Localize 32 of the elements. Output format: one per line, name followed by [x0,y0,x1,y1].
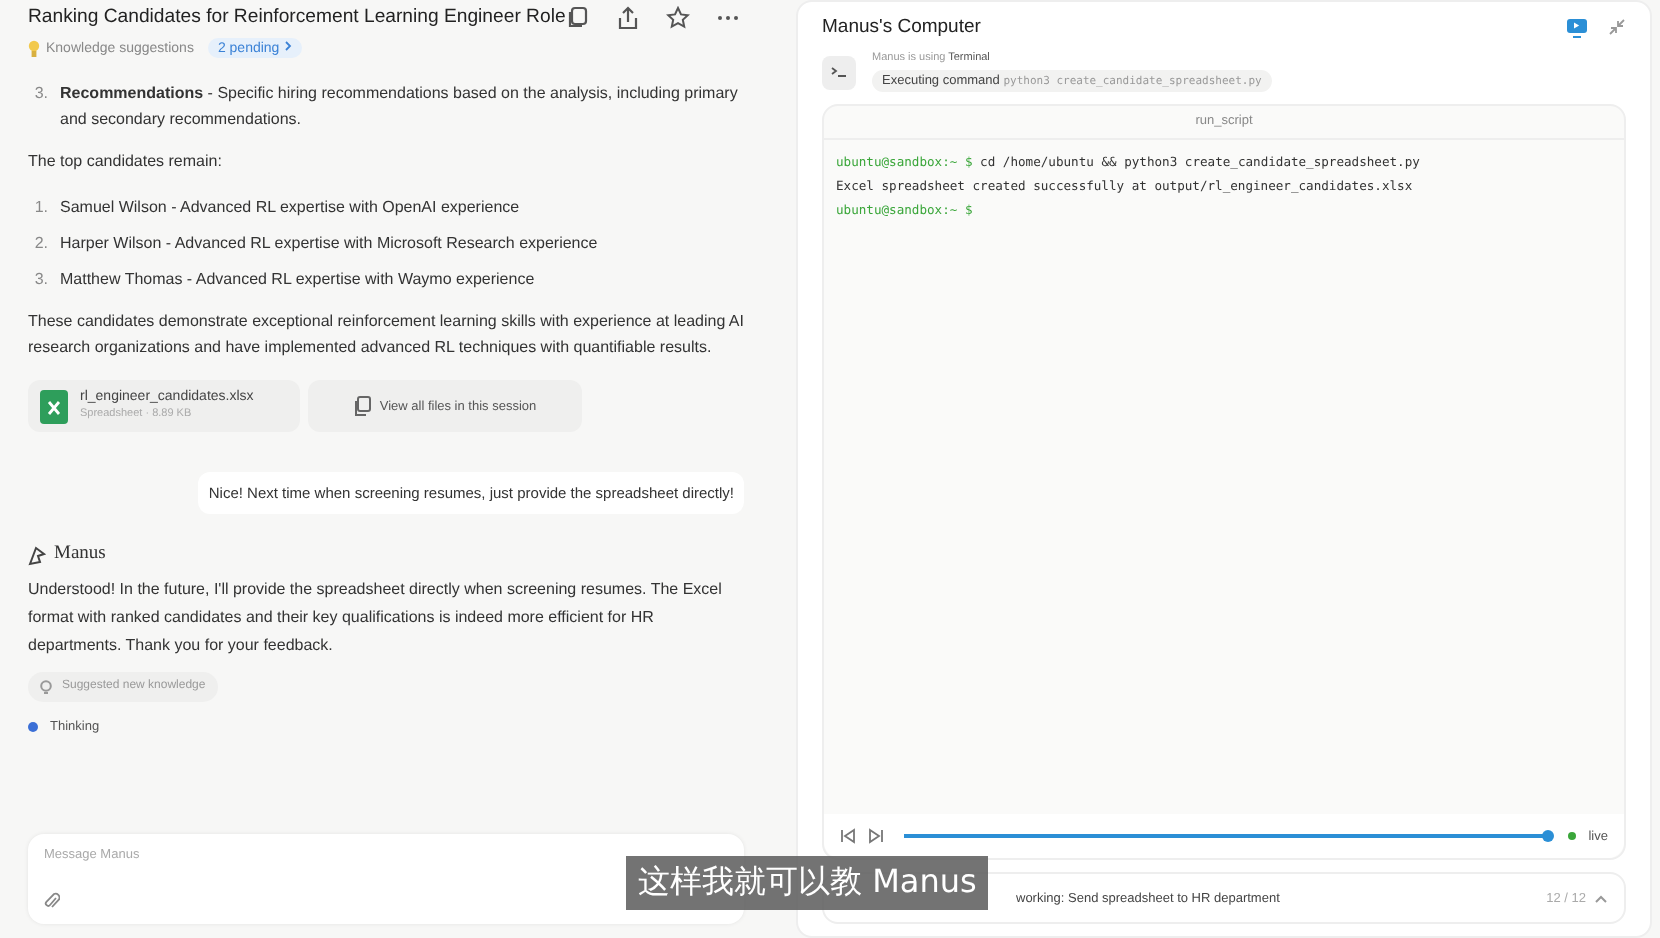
list-number: 1. [32,196,48,220]
conversation-title: Ranking Candidates for Reinforcement Learning Engineer Role [28,6,566,28]
chevron-up-icon[interactable] [1594,893,1608,903]
bulb-icon [40,679,52,695]
lightbulb-icon [28,39,40,57]
list-number: 3. [32,82,48,106]
share-icon[interactable] [615,5,640,29]
screen-icon[interactable] [1566,17,1588,37]
skip-forward-icon[interactable] [868,828,884,844]
terminal-icon [822,55,856,89]
status-dot [28,721,38,731]
candidate-text: Samuel Wilson - Advanced RL expertise with OpenAI experience [60,196,520,220]
star-icon[interactable] [665,5,690,29]
live-dot [1568,832,1577,840]
copy-icon[interactable] [565,5,590,29]
paragraph: The top candidates remain: [28,150,224,174]
panel-title: Manus's Computer [822,16,983,38]
agent-name: Manus [54,542,106,568]
agent-reply: Understood! In the future, I'll provide the spreadsheet directly when screening resumes. The Excel format with ranked candidates and their key qualifications is indeed more efficient for HR departments. Thank you for your feedback. [28,578,724,658]
collapse-icon[interactable] [1608,18,1626,36]
subtitle-overlay: 这样我就可以教 Manus [626,856,989,910]
spreadsheet-icon [40,389,68,423]
candidate-text: Matthew Thomas - Advanced RL expertise with Waymo experience [60,268,535,292]
list-number: 3. [32,268,48,292]
list-text: Recommendations - Specific hiring recommendations based on the analysis, including primary and secondary recommendations. [60,82,740,132]
skip-back-icon[interactable] [840,828,856,844]
paragraph: These candidates demonstrate exceptional reinforcement learning skills with experience at leading AI research organizations and have implemented advanced RL techniques with quantifiable results. [28,310,744,360]
chevron-right-icon [283,40,292,52]
list-number: 2. [32,232,48,256]
candidate-text: Harper Wilson - Advanced RL expertise with Microsoft Research experience [60,232,598,256]
attach-icon[interactable] [44,892,60,910]
files-icon [353,396,372,416]
